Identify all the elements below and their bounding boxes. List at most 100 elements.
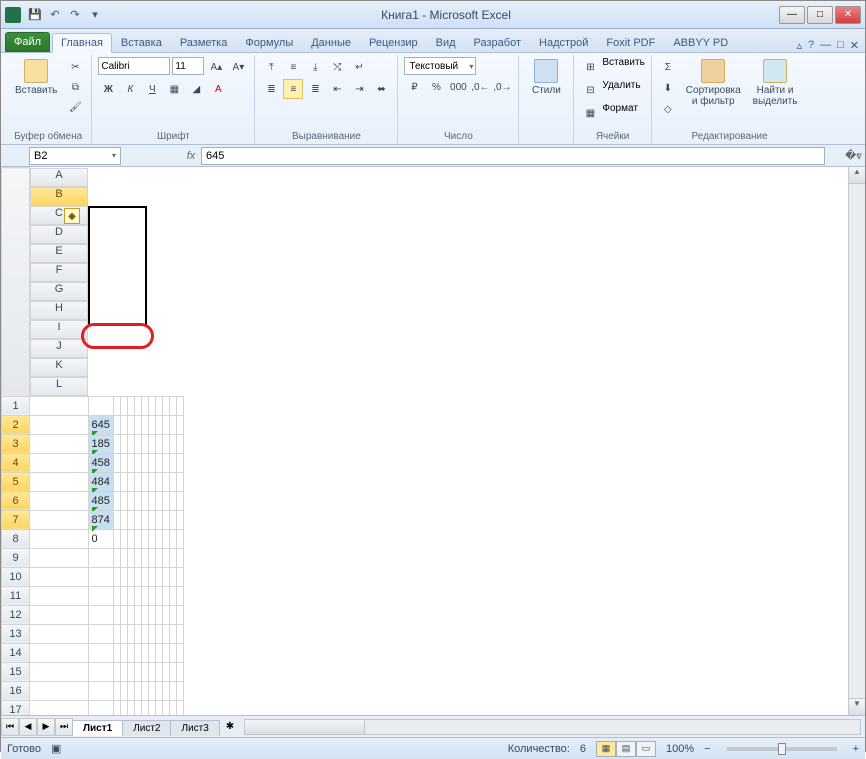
clear-icon[interactable]: ◇ [658,99,678,119]
new-sheet-icon[interactable]: ✱ [220,721,240,732]
cell-E14[interactable] [127,643,134,662]
cell-F9[interactable] [134,548,141,567]
cell-L2[interactable] [176,415,183,434]
cell-C17[interactable] [113,700,120,715]
copy-icon[interactable]: ⧉ [65,77,85,97]
cell-G9[interactable] [141,548,148,567]
cells-insert-icon[interactable]: ⊞ [580,57,600,77]
cell-C14[interactable] [113,643,120,662]
cell-H17[interactable] [148,700,155,715]
cell-B10[interactable] [88,567,113,586]
cell-C13[interactable] [113,624,120,643]
sheet-nav-first-icon[interactable]: ⏮ [1,718,19,736]
cell-G17[interactable] [141,700,148,715]
cell-K9[interactable] [169,548,176,567]
cell-B4[interactable]: 458 [88,453,113,472]
row-header-2[interactable]: 2 [2,415,30,434]
select-all-corner[interactable] [2,168,30,397]
cell-G7[interactable] [141,510,148,529]
cell-I9[interactable] [155,548,162,567]
doc-restore-icon[interactable]: □ [837,39,844,52]
cell-J14[interactable] [162,643,169,662]
cell-K1[interactable] [169,396,176,415]
cell-C1[interactable] [113,396,120,415]
col-header-B[interactable]: B [30,187,88,206]
row-header-7[interactable]: 7 [2,510,30,529]
cell-L16[interactable] [176,681,183,700]
inc-decimal-icon[interactable]: ,0← [470,77,490,97]
cell-F6[interactable] [134,491,141,510]
cell-H5[interactable] [148,472,155,491]
row-header-12[interactable]: 12 [2,605,30,624]
cell-I4[interactable] [155,453,162,472]
cell-F3[interactable] [134,434,141,453]
cell-I11[interactable] [155,586,162,605]
cell-J13[interactable] [162,624,169,643]
cell-C16[interactable] [113,681,120,700]
cell-F7[interactable] [134,510,141,529]
align-left-icon[interactable]: ≣ [261,79,281,99]
cell-C10[interactable] [113,567,120,586]
close-button[interactable]: ✕ [835,6,861,24]
cell-I3[interactable] [155,434,162,453]
cells-delete-button[interactable]: Удалить [602,80,640,100]
tab-foxit[interactable]: Foxit PDF [597,33,664,52]
cell-C3[interactable] [113,434,120,453]
cell-G11[interactable] [141,586,148,605]
cell-A10[interactable] [30,567,89,586]
cell-B6[interactable]: 485 [88,491,113,510]
cell-A16[interactable] [30,681,89,700]
align-middle-icon[interactable]: ≡ [283,57,303,77]
cell-F14[interactable] [134,643,141,662]
cells-format-icon[interactable]: ▦ [580,103,600,123]
cell-E1[interactable] [127,396,134,415]
cell-K3[interactable] [169,434,176,453]
cell-L4[interactable] [176,453,183,472]
col-header-G[interactable]: G [30,282,88,301]
number-format-select[interactable]: Текстовый [404,57,476,75]
cell-L5[interactable] [176,472,183,491]
cell-G8[interactable] [141,529,148,548]
cell-J11[interactable] [162,586,169,605]
cell-F12[interactable] [134,605,141,624]
border-button[interactable]: ▦ [164,79,184,99]
cell-F11[interactable] [134,586,141,605]
fx-icon[interactable]: fx [181,150,201,162]
doc-min-icon[interactable]: — [820,39,831,52]
col-header-A[interactable]: A [30,168,88,187]
cell-H12[interactable] [148,605,155,624]
cells-format-button[interactable]: Формат [602,103,638,123]
cell-J4[interactable] [162,453,169,472]
cell-H13[interactable] [148,624,155,643]
cell-K12[interactable] [169,605,176,624]
cell-L17[interactable] [176,700,183,715]
cell-J5[interactable] [162,472,169,491]
cell-C8[interactable] [113,529,120,548]
cell-H1[interactable] [148,396,155,415]
cell-L12[interactable] [176,605,183,624]
cell-J6[interactable] [162,491,169,510]
wrap-text-icon[interactable]: ↵ [349,57,369,77]
cell-B11[interactable] [88,586,113,605]
cell-G12[interactable] [141,605,148,624]
horizontal-scrollbar[interactable] [244,719,861,735]
cell-A13[interactable] [30,624,89,643]
cell-I7[interactable] [155,510,162,529]
cell-C12[interactable] [113,605,120,624]
col-header-F[interactable]: F [30,263,88,282]
row-header-13[interactable]: 13 [2,624,30,643]
cell-J1[interactable] [162,396,169,415]
indent-inc-icon[interactable]: ⇥ [349,79,369,99]
cell-I12[interactable] [155,605,162,624]
minimize-button[interactable]: — [779,6,805,24]
sheet-tab-1[interactable]: Лист1 [72,720,123,736]
cell-G14[interactable] [141,643,148,662]
cell-D13[interactable] [120,624,127,643]
cell-D9[interactable] [120,548,127,567]
cell-K14[interactable] [169,643,176,662]
cell-D5[interactable] [120,472,127,491]
cell-K11[interactable] [169,586,176,605]
cell-L9[interactable] [176,548,183,567]
cell-E16[interactable] [127,681,134,700]
tab-home[interactable]: Главная [52,33,112,53]
